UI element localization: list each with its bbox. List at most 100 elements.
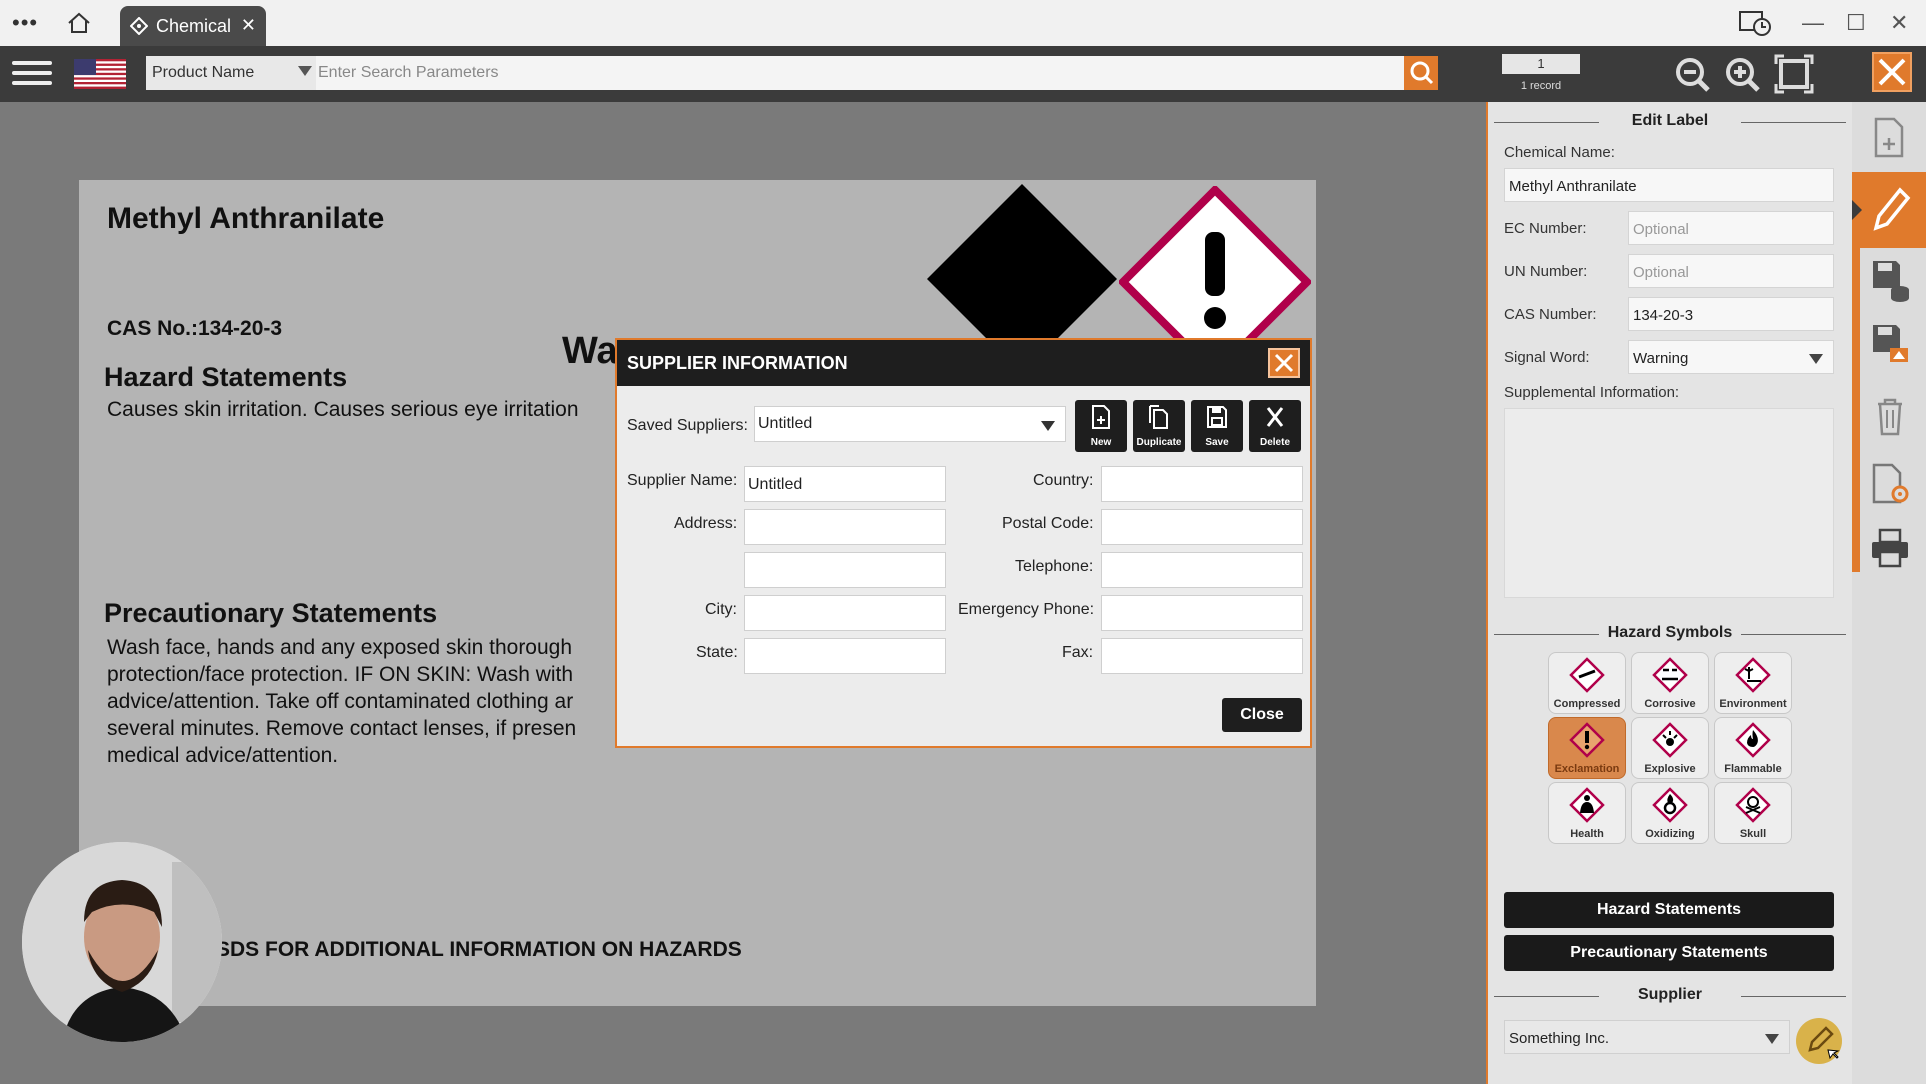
dialog-title: SUPPLIER INFORMATION xyxy=(627,353,848,373)
telephone-field[interactable] xyxy=(1101,552,1303,588)
label-sds-note: SDS FOR ADDITIONAL INFORMATION ON HAZARD… xyxy=(216,938,742,961)
new-supplier-button[interactable]: New xyxy=(1075,400,1127,452)
history-icon[interactable] xyxy=(1738,8,1772,38)
hazard-symbol-exclamation[interactable]: Exclamation xyxy=(1548,717,1626,779)
hazard-symbol-skull[interactable]: Skull xyxy=(1714,782,1792,844)
zoom-out-icon[interactable] xyxy=(1672,54,1712,94)
supplemental-info-textarea[interactable] xyxy=(1504,408,1834,598)
close-button[interactable]: Close xyxy=(1222,698,1302,732)
hazard-symbol-label: Health xyxy=(1570,828,1604,840)
chevron-down-icon xyxy=(1809,354,1823,364)
hazard-symbol-label: Skull xyxy=(1739,828,1767,840)
fax-field[interactable] xyxy=(1101,638,1303,674)
minimize-icon[interactable]: — xyxy=(1802,10,1824,36)
address-label: Address: xyxy=(674,515,738,532)
dialog-close-button[interactable] xyxy=(1268,348,1300,378)
ec-number-field[interactable]: Optional xyxy=(1628,211,1834,245)
label-precaution-text: Wash face, hands and any exposed skin th… xyxy=(107,636,577,767)
label-precaution-heading: Precautionary Statements xyxy=(104,598,438,628)
hamburger-menu-icon[interactable] xyxy=(12,56,52,92)
delete-button-label: Delete xyxy=(1259,437,1290,448)
search-field-select-value: Product Name xyxy=(152,64,255,81)
save-as-icon[interactable] xyxy=(1870,322,1910,366)
edit-supplier-button[interactable] xyxy=(1796,1018,1842,1064)
zoom-in-icon[interactable] xyxy=(1722,54,1762,94)
more-menu-icon[interactable]: ••• xyxy=(12,10,38,36)
supplier-name-field[interactable]: Untitled xyxy=(744,466,946,502)
maximize-icon[interactable]: ☐ xyxy=(1846,10,1866,36)
hazard-symbol-label: Flammable xyxy=(1724,763,1782,775)
telephone-label: Telephone: xyxy=(1015,558,1094,575)
edit-label-heading: Edit Label xyxy=(1494,112,1846,130)
postal-code-field[interactable] xyxy=(1101,509,1303,545)
hazard-symbol-environment[interactable]: Environment xyxy=(1714,652,1792,714)
hazard-symbol-health[interactable]: Health xyxy=(1548,782,1626,844)
address-line1-field[interactable] xyxy=(744,509,946,545)
emergency-phone-label: Emergency Phone: xyxy=(958,601,1095,618)
oxidizer-icon xyxy=(1652,787,1688,823)
label-hazard-text: Causes skin irritation. Causes serious e… xyxy=(107,398,579,421)
environment-icon xyxy=(1735,657,1771,693)
close-icon xyxy=(1274,353,1294,373)
hazard-symbols-heading: Hazard Symbols xyxy=(1494,624,1846,642)
browser-tab-bar: ••• Chemical ✕ — ☐ ✕ xyxy=(0,0,1926,46)
supplier-select-value: Something Inc. xyxy=(1509,1030,1610,1047)
save-supplier-button[interactable]: Save xyxy=(1191,400,1243,452)
close-app-button[interactable] xyxy=(1872,52,1912,92)
home-icon[interactable] xyxy=(66,11,92,35)
label-cas-number: CAS No.:134-20-3 xyxy=(107,317,283,340)
un-number-label: UN Number: xyxy=(1504,263,1588,280)
trash-icon[interactable] xyxy=(1870,394,1910,438)
fit-page-icon[interactable] xyxy=(1774,54,1814,94)
hazard-statements-button[interactable]: Hazard Statements xyxy=(1504,892,1834,928)
search-field-select[interactable]: Product Name xyxy=(146,56,316,90)
un-number-field[interactable]: Optional xyxy=(1628,254,1834,288)
hazard-symbol-explosive[interactable]: Explosive xyxy=(1631,717,1709,779)
signal-word-select[interactable]: Warning xyxy=(1628,340,1834,374)
saved-suppliers-label: Saved Suppliers: xyxy=(627,417,748,434)
chevron-down-icon xyxy=(1765,1034,1779,1044)
chemical-name-field[interactable]: Methyl Anthranilate xyxy=(1504,168,1834,202)
label-signal-word: Wa xyxy=(562,330,618,372)
edit-label-panel: Edit Label Chemical Name: Methyl Anthran… xyxy=(1486,102,1852,1084)
settings-doc-icon[interactable] xyxy=(1870,462,1910,506)
cas-number-field[interactable]: 134-20-3 xyxy=(1628,297,1834,331)
fax-label: Fax: xyxy=(1062,644,1094,661)
country-field[interactable] xyxy=(1101,466,1303,502)
precautionary-statements-button[interactable]: Precautionary Statements xyxy=(1504,935,1834,971)
saved-suppliers-value: Untitled xyxy=(758,415,813,432)
hazard-symbol-oxidizing[interactable]: Oxidizing xyxy=(1631,782,1709,844)
pencil-icon xyxy=(1808,1026,1840,1060)
hazard-symbol-label: Environment xyxy=(1719,698,1787,710)
supplier-name-label: Supplier Name: xyxy=(627,472,738,489)
hazard-symbol-label: Compressed xyxy=(1553,698,1621,710)
hazard-symbol-flammable[interactable]: Flammable xyxy=(1714,717,1792,779)
search-button[interactable] xyxy=(1404,56,1438,90)
hazard-symbol-label: Explosive xyxy=(1644,763,1696,775)
search-input[interactable] xyxy=(316,56,1404,90)
us-flag-icon[interactable] xyxy=(74,59,126,89)
duplicate-supplier-button[interactable]: Duplicate xyxy=(1133,400,1185,452)
country-label: Country: xyxy=(1033,472,1094,489)
cas-number-label: CAS Number: xyxy=(1504,306,1597,323)
hazard-symbol-corrosive[interactable]: Corrosive xyxy=(1631,652,1709,714)
tab-close-icon[interactable]: ✕ xyxy=(241,15,256,36)
window-close-icon[interactable]: ✕ xyxy=(1890,10,1908,36)
printer-icon[interactable] xyxy=(1870,526,1910,570)
hazard-symbol-compressed[interactable]: Compressed xyxy=(1548,652,1626,714)
record-number-field[interactable]: 1 xyxy=(1502,54,1580,74)
supplier-select[interactable]: Something Inc. xyxy=(1504,1020,1790,1054)
city-field[interactable] xyxy=(744,595,946,631)
rail-edit-tab[interactable] xyxy=(1852,172,1926,248)
emergency-phone-field[interactable] xyxy=(1101,595,1303,631)
label-hazard-heading: Hazard Statements xyxy=(104,362,348,392)
saved-suppliers-select[interactable]: Untitled xyxy=(754,406,1066,442)
new-label-icon[interactable] xyxy=(1870,116,1910,160)
delete-supplier-button[interactable]: Delete xyxy=(1249,400,1301,452)
explosive-icon xyxy=(1652,722,1688,758)
save-database-icon[interactable] xyxy=(1870,258,1910,302)
new-doc-icon xyxy=(1092,405,1110,429)
tab-chemical[interactable]: Chemical ✕ xyxy=(120,6,266,46)
address-line2-field[interactable] xyxy=(744,552,946,588)
state-field[interactable] xyxy=(744,638,946,674)
